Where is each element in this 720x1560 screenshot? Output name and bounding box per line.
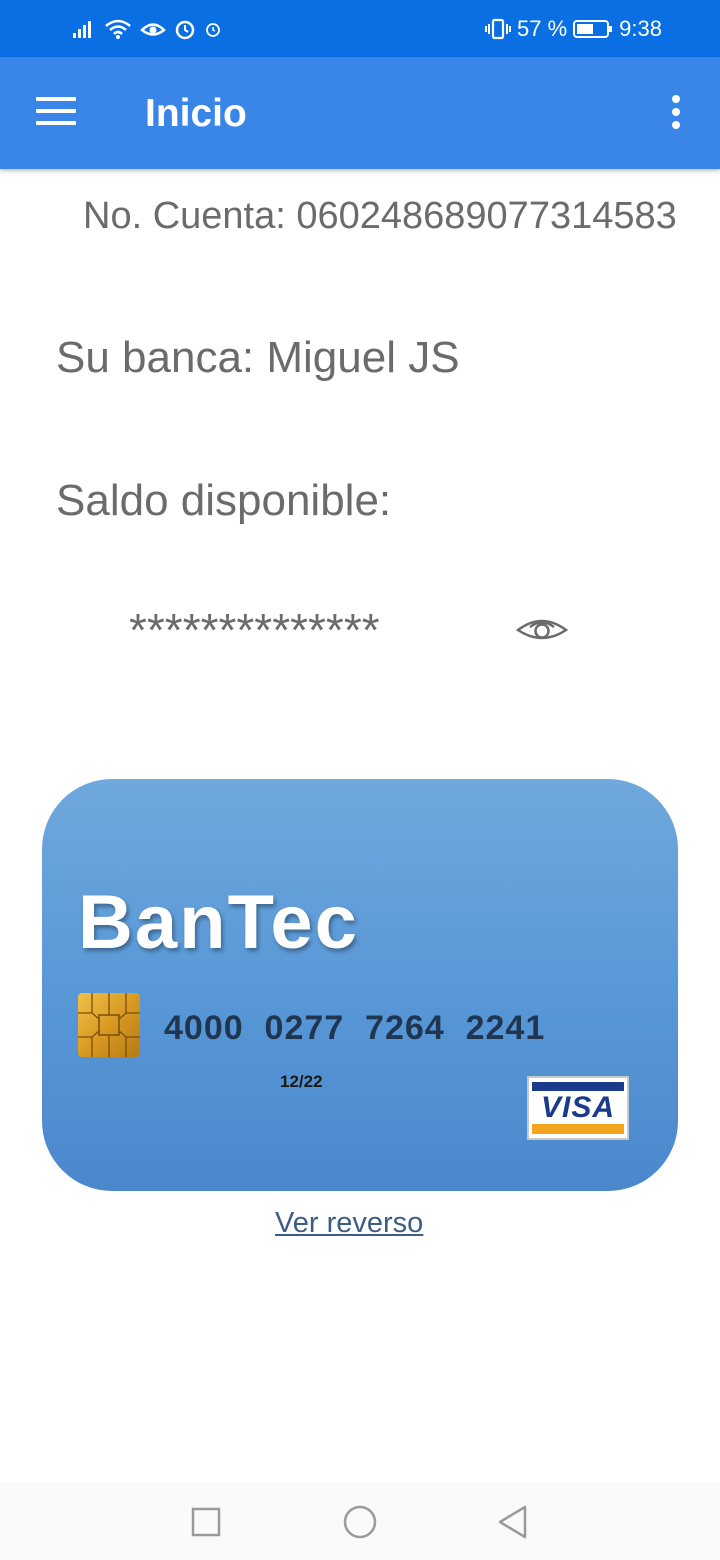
- alarm-small-icon: [206, 23, 220, 37]
- signal-icon: [73, 21, 91, 38]
- view-reverse-link[interactable]: Ver reverso: [275, 1207, 423, 1240]
- status-bar-left-icons: [72, 14, 222, 44]
- card-expiry: 12/22: [280, 1072, 323, 1091]
- visa-logo: VISA: [527, 1076, 629, 1140]
- navigation-bar: [0, 1482, 720, 1560]
- card-network: VISA: [540, 1091, 616, 1124]
- card-brand: BanTec: [78, 880, 359, 965]
- back-triangle-icon[interactable]: [494, 1502, 534, 1542]
- eye-comfort-icon: [140, 23, 166, 36]
- account-owner: Su banca: Miguel JS: [56, 333, 460, 382]
- status-bar-right: 57 % 9:38: [485, 14, 662, 44]
- battery-icon: [573, 20, 613, 38]
- more-vert-icon[interactable]: [666, 95, 686, 131]
- home-circle-icon[interactable]: [340, 1502, 380, 1542]
- battery-percent: 57 %: [517, 16, 568, 41]
- app-bar: Inicio: [0, 57, 720, 169]
- wifi-icon: [105, 19, 131, 39]
- status-bar: 57 % 9:38: [0, 0, 720, 57]
- bank-card[interactable]: BanTec 4000 0277 7264 2241 12/22 VISA: [42, 779, 678, 1191]
- page-title: Inicio: [145, 92, 247, 135]
- eye-icon[interactable]: [515, 610, 569, 650]
- recents-square-icon[interactable]: [186, 1502, 226, 1542]
- balance-label: Saldo disponible:: [56, 476, 392, 525]
- clock: 9:38: [619, 16, 662, 41]
- vibrate-icon: [485, 18, 512, 40]
- chip-icon: [78, 993, 140, 1057]
- card-number: 4000 0277 7264 2241: [164, 1009, 546, 1047]
- alarm-icon: [175, 20, 195, 40]
- balance-masked: **************: [129, 604, 380, 656]
- account-number: No. Cuenta: 060248689077314583: [83, 195, 677, 237]
- hamburger-menu-icon[interactable]: [36, 97, 76, 127]
